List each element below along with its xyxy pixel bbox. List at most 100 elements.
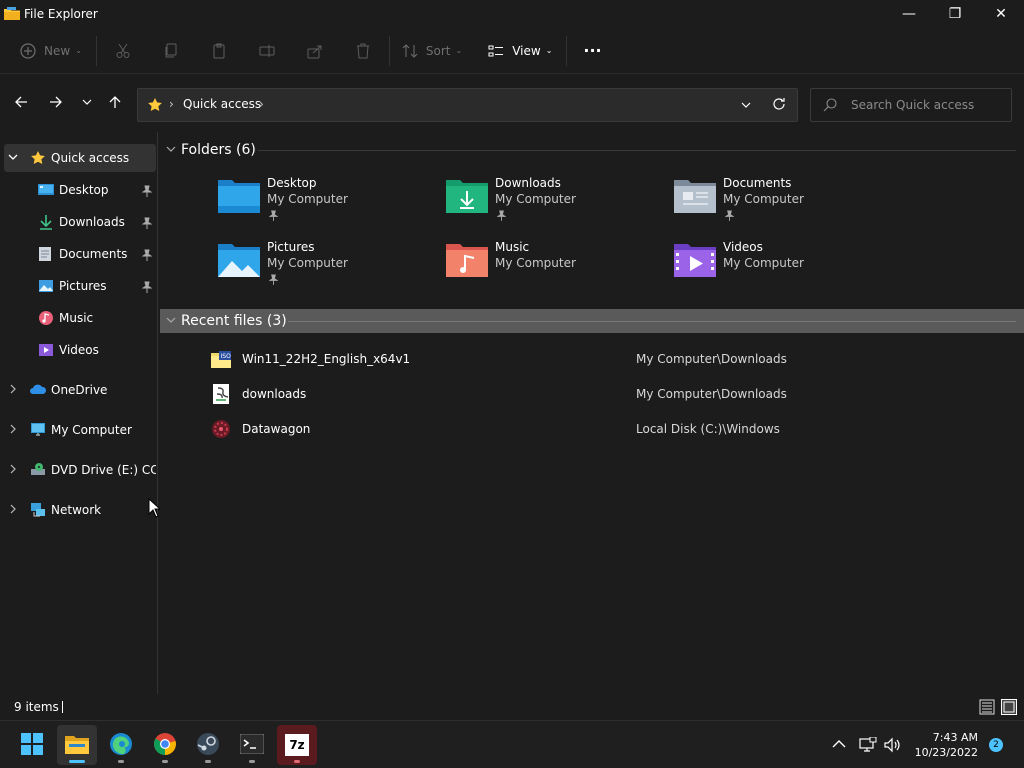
back-button[interactable]	[5, 87, 37, 119]
recent-file-row[interactable]: Datawagon Local Disk (C:)\Windows	[204, 414, 1004, 444]
folder-location: My Computer	[723, 256, 804, 270]
documents-folder-icon	[673, 176, 717, 216]
chevron-down-icon[interactable]	[166, 143, 176, 157]
chevron-right-icon[interactable]	[9, 384, 21, 397]
restore-button[interactable]: ❐	[932, 0, 978, 28]
sidebar-item-my-computer[interactable]: My Computer	[0, 416, 156, 444]
folders-group-title: Folders (6)	[181, 142, 256, 158]
restore-icon: ❐	[948, 6, 962, 22]
svg-text:ISO: ISO	[221, 353, 232, 360]
notification-badge[interactable]: 2	[989, 738, 1003, 752]
folder-location: My Computer	[495, 192, 576, 206]
chrome-browser-icon	[153, 732, 177, 759]
chevron-down-icon	[82, 96, 92, 110]
sidebar-item-onedrive[interactable]: OneDrive	[0, 376, 156, 404]
copy-button[interactable]	[163, 34, 179, 68]
system-clock[interactable]: 7:43 AM 10/23/2022	[915, 730, 978, 760]
search-box[interactable]: Search Quick access	[810, 88, 1012, 122]
sidebar-item-pictures[interactable]: Pictures	[0, 272, 156, 300]
taskbar-chrome[interactable]	[145, 725, 185, 765]
cut-button[interactable]	[115, 34, 131, 68]
folder-tile-pictures[interactable]: Pictures My Computer	[217, 240, 427, 296]
folder-tile-documents[interactable]: Documents My Computer	[673, 176, 883, 232]
chevron-down-icon[interactable]	[166, 314, 176, 328]
videos-icon	[38, 342, 54, 358]
window-title: File Explorer	[24, 7, 98, 21]
network-status-icon[interactable]	[859, 721, 877, 768]
taskbar-edge[interactable]	[101, 725, 141, 765]
folder-tile-music[interactable]: Music My Computer	[445, 240, 655, 296]
divider	[62, 701, 63, 713]
sidebar-item-downloads[interactable]: Downloads	[0, 208, 156, 236]
sidebar-item-label: Downloads	[59, 215, 125, 229]
chevron-right-icon[interactable]	[9, 424, 21, 437]
taskbar-7zip[interactable]: 7z	[277, 725, 317, 765]
divider	[95, 35, 97, 66]
sidebar-item-quick-access[interactable]: Quick access	[4, 144, 156, 172]
folder-tile-videos[interactable]: Videos My Computer	[673, 240, 883, 296]
breadcrumb-quick-access[interactable]: Quick access	[183, 97, 261, 111]
show-hidden-icons-button[interactable]	[832, 721, 846, 768]
new-button[interactable]: New ⌄	[20, 34, 82, 68]
sort-button[interactable]: Sort ⌄	[402, 34, 462, 68]
chevron-right-icon[interactable]	[9, 504, 21, 517]
sort-label: Sort	[425, 43, 451, 58]
minimize-button[interactable]: —	[886, 0, 932, 28]
up-button[interactable]	[99, 87, 131, 119]
paste-icon	[211, 43, 227, 59]
folders-group-header[interactable]: Folders (6)	[160, 138, 1024, 162]
pin-icon	[724, 210, 735, 221]
view-button[interactable]: View ⌄	[488, 34, 552, 68]
pin-icon	[141, 185, 153, 197]
sidebar-item-label: Videos	[59, 343, 99, 357]
recent-file-row[interactable]: ISO Win11_22H2_English_x64v1 My Computer…	[204, 344, 1004, 374]
more-options-button[interactable]: ···	[583, 34, 601, 68]
address-bar[interactable]: › Quick access ›	[137, 88, 798, 122]
running-indicator	[294, 760, 300, 763]
arrow-right-icon	[49, 95, 63, 112]
sidebar-item-music[interactable]: Music	[0, 304, 156, 332]
delete-button[interactable]	[355, 34, 371, 68]
rename-button[interactable]	[259, 34, 275, 68]
sidebar-item-network[interactable]: Network	[0, 496, 156, 524]
sidebar-item-dvd-drive[interactable]: DVD Drive (E:) CCCOMA_X64FRE_EN-US_DV9	[0, 456, 156, 484]
search-placeholder: Search Quick access	[851, 98, 975, 112]
close-button[interactable]: ✕	[978, 0, 1024, 28]
folder-location: My Computer	[495, 256, 576, 270]
forward-button[interactable]	[40, 87, 72, 119]
chevron-down-icon: ⌄	[455, 46, 463, 55]
sidebar-item-label: My Computer	[51, 423, 132, 437]
chevron-down-icon: ⌄	[545, 46, 553, 55]
terminal-icon	[239, 733, 265, 757]
folder-tile-downloads[interactable]: Downloads My Computer	[445, 176, 655, 232]
mouse-cursor-icon	[148, 497, 162, 518]
taskbar-file-explorer[interactable]	[57, 725, 97, 765]
taskbar-steam[interactable]	[188, 725, 228, 765]
taskbar-terminal[interactable]	[232, 725, 272, 765]
pin-icon	[496, 210, 507, 221]
taskbar: 7z 7:43 AM 10/23/2022 2	[0, 720, 1024, 768]
sidebar-item-videos[interactable]: Videos	[0, 336, 156, 364]
recent-file-row[interactable]: downloads My Computer\Downloads	[204, 379, 1004, 409]
sidebar-item-label: Pictures	[59, 279, 107, 293]
sidebar-item-documents[interactable]: Documents	[0, 240, 156, 268]
paste-button[interactable]	[211, 34, 227, 68]
chevron-right-icon[interactable]	[9, 464, 21, 477]
chevron-down-icon: ⌄	[75, 46, 82, 55]
start-button[interactable]	[12, 725, 52, 765]
sidebar-item-label: Music	[59, 311, 94, 325]
breadcrumb-separator-icon[interactable]: ›	[259, 97, 264, 111]
address-history-dropdown[interactable]	[741, 99, 751, 113]
details-view-button[interactable]	[979, 699, 995, 715]
volume-icon[interactable]	[884, 721, 902, 768]
file-explorer-icon	[4, 7, 20, 21]
sidebar-item-desktop[interactable]: Desktop	[0, 176, 156, 204]
running-indicator	[205, 760, 211, 763]
folder-location: My Computer	[267, 256, 348, 270]
recent-files-group-header[interactable]: Recent files (3)	[160, 309, 1024, 333]
refresh-icon[interactable]	[772, 97, 786, 114]
share-button[interactable]	[307, 34, 323, 68]
large-icons-view-button[interactable]	[1001, 699, 1017, 715]
folder-tile-desktop[interactable]: Desktop My Computer	[217, 176, 427, 232]
chevron-down-icon[interactable]	[8, 152, 20, 165]
